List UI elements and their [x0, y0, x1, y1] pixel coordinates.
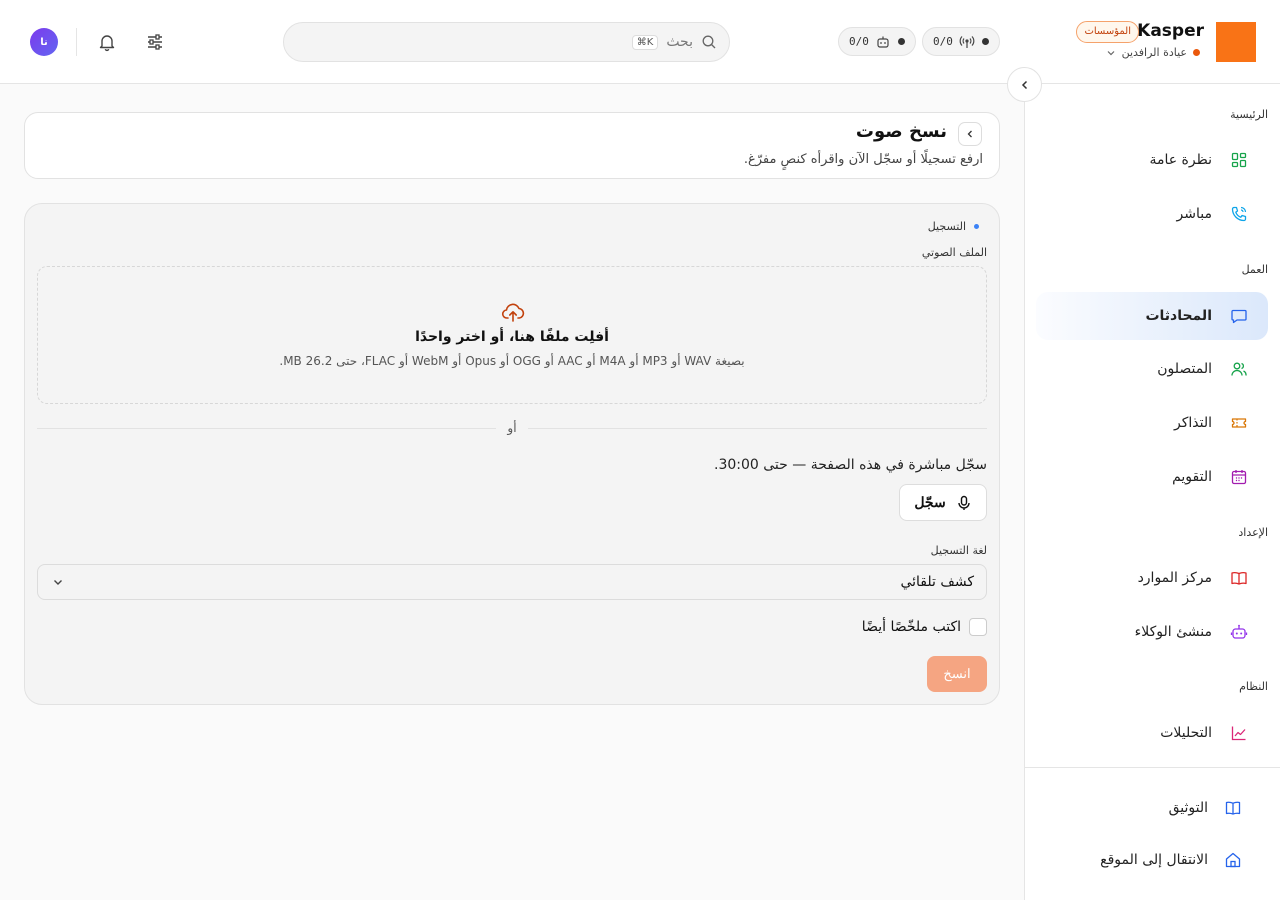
sidebar-item-calendar[interactable]: التقويم	[1036, 453, 1268, 501]
workspace-name: عيادة الرافدين	[1121, 46, 1187, 59]
record-button[interactable]: سجّل	[899, 484, 987, 521]
brand-logo	[1216, 22, 1256, 62]
sidebar-item-agent-builder[interactable]: منشئ الوكلاء	[1036, 608, 1268, 656]
sidebar-item-label: منشئ الوكلاء	[1134, 624, 1212, 640]
microphone-icon	[956, 495, 972, 511]
avatar[interactable]: نا	[30, 28, 58, 56]
sidebar-item-label: التقويم	[1172, 469, 1212, 485]
docs-icon	[1224, 799, 1242, 817]
page-subtitle: ارفع تسجيلًا أو سجّل الآن واقرأه كنصٍ مف…	[743, 152, 983, 167]
language-select[interactable]: كشف تلقائي	[37, 564, 987, 600]
chart-icon	[1230, 724, 1248, 742]
bots-counter[interactable]: 0/0	[838, 27, 916, 56]
language-value: كشف تلقائي	[900, 574, 974, 590]
chevron-left-icon	[1019, 79, 1031, 91]
step-indicator: التسجيل	[928, 220, 979, 233]
users-icon	[1230, 360, 1248, 378]
sidebar: الرئيسية نظرة عامة مباشر العمل المحادثات…	[1024, 84, 1280, 900]
bots-status-dot	[898, 38, 905, 45]
language-label: لغة التسجيل	[930, 544, 987, 557]
sidebar-item-resources[interactable]: مركز الموارد	[1036, 554, 1268, 602]
bell-icon[interactable]	[94, 29, 120, 55]
cloud-upload-icon	[501, 300, 525, 324]
bot-icon	[875, 34, 891, 50]
sidebar-item-label: مباشر	[1176, 206, 1212, 222]
settings-sliders-icon[interactable]	[142, 29, 168, 55]
summary-checkbox-label: اكتب ملخّصًا أيضًا	[861, 619, 961, 635]
transcribe-button[interactable]: انسخ	[927, 656, 987, 692]
page-header-card: نسخ صوت ارفع تسجيلًا أو سجّل الآن واقرأه…	[24, 112, 1000, 179]
chat-icon	[1230, 307, 1248, 325]
sidebar-item-label: التذاكر	[1173, 415, 1212, 431]
section-title-system: النظام	[1239, 680, 1268, 693]
sidebar-item-conversations[interactable]: المحادثات	[1036, 292, 1268, 340]
search-placeholder: بحث	[666, 34, 693, 50]
book-icon	[1230, 569, 1248, 587]
header-divider	[76, 28, 77, 56]
sidebar-item-go-to-site[interactable]: الانتقال إلى الموقع	[1036, 840, 1268, 880]
phone-icon	[1230, 205, 1248, 223]
sidebar-item-live[interactable]: مباشر	[1036, 190, 1268, 238]
top-header: Kasper المؤسسات عيادة الرافدين 0/0 0/0 ب…	[0, 0, 1280, 84]
transcribe-form: التسجيل الملف الصوتي أفلِت ملفًا هنا، أو…	[24, 203, 1000, 705]
chevron-left-icon	[965, 129, 975, 139]
sidebar-item-label: التحليلات	[1160, 725, 1212, 741]
record-button-label: سجّل	[914, 494, 946, 510]
sidebar-item-label: نظرة عامة	[1149, 152, 1212, 168]
calendar-icon	[1230, 468, 1248, 486]
summary-checkbox[interactable]	[969, 618, 987, 636]
sidebar-item-label: المتصلون	[1157, 361, 1212, 377]
workspace-switcher[interactable]: عيادة الرافدين	[1106, 46, 1200, 59]
bots-value: 0/0	[849, 35, 869, 48]
audio-dropzone[interactable]: أفلِت ملفًا هنا، أو اختر واحدًا بصيغة WA…	[37, 266, 987, 404]
section-title-setup: الإعداد	[1238, 526, 1268, 539]
search-shortcut: ⌘K	[631, 34, 659, 50]
ticket-icon	[1230, 414, 1248, 432]
plan-badge: المؤسسات	[1076, 21, 1139, 43]
record-note: سجّل مباشرة في هذه الصفحة — حتى 30:00.	[713, 457, 987, 473]
summary-option[interactable]: اكتب ملخّصًا أيضًا	[862, 618, 987, 636]
sidebar-divider	[1024, 767, 1280, 768]
search-icon	[701, 34, 717, 50]
sidebar-item-label: الانتقال إلى الموقع	[1100, 852, 1208, 868]
step-label: التسجيل	[927, 220, 966, 233]
section-title-home: الرئيسية	[1230, 108, 1268, 121]
search-input[interactable]: بحث ⌘K	[283, 22, 730, 62]
sidebar-item-label: مركز الموارد	[1137, 570, 1212, 586]
live-calls-counter[interactable]: 0/0	[922, 27, 1000, 56]
or-label: أو	[496, 421, 528, 435]
home-icon	[1224, 851, 1242, 869]
page-title: نسخ صوت	[855, 121, 947, 142]
chevron-down-icon	[52, 576, 64, 588]
step-dot	[974, 224, 979, 229]
chevron-down-icon	[1106, 48, 1116, 58]
grid-icon	[1230, 151, 1248, 169]
dropzone-hint: بصيغة WAV أو MP3 أو M4A أو AAC أو OGG أو…	[279, 354, 745, 368]
sidebar-item-analytics[interactable]: التحليلات	[1036, 709, 1268, 757]
section-title-work: العمل	[1241, 263, 1268, 276]
dropzone-title: أفلِت ملفًا هنا، أو اختر واحدًا	[415, 329, 609, 345]
live-calls-value: 0/0	[933, 35, 953, 48]
audio-file-label: الملف الصوتي	[921, 246, 987, 259]
sidebar-item-label: المحادثات	[1145, 308, 1212, 324]
sidebar-item-overview[interactable]: نظرة عامة	[1036, 136, 1268, 184]
sidebar-item-docs[interactable]: التوثيق	[1036, 788, 1268, 828]
broadcast-icon	[959, 34, 975, 50]
sidebar-item-tickets[interactable]: التذاكر	[1036, 399, 1268, 447]
workspace-status-dot	[1193, 49, 1200, 56]
bot-icon	[1230, 623, 1248, 641]
brand-name: Kasper	[1137, 21, 1204, 41]
sidebar-item-callers[interactable]: المتصلون	[1036, 345, 1268, 393]
live-status-dot	[982, 38, 989, 45]
sidebar-collapse-button[interactable]	[1007, 67, 1042, 102]
sidebar-item-label: التوثيق	[1168, 800, 1208, 816]
back-button[interactable]	[958, 122, 982, 146]
